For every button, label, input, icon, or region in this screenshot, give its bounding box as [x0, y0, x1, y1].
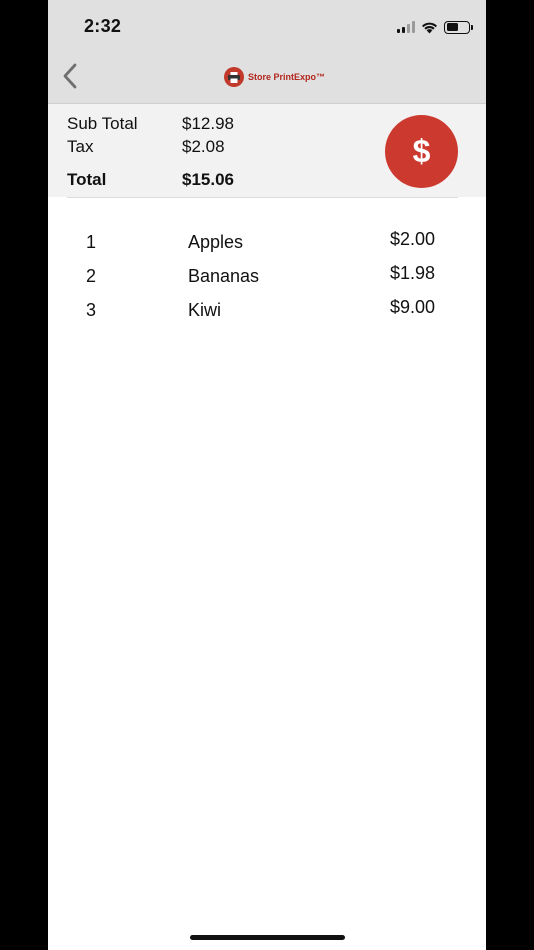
item-price: $2.00 — [390, 229, 436, 249]
app-screen: 2:32 Store PrintExpo™ Sub Total $12.98 T… — [48, 0, 486, 950]
total-value: $15.06 — [182, 170, 234, 189]
item-name: Apples — [188, 232, 244, 252]
header-bar: 2:32 Store PrintExpo™ — [48, 0, 486, 104]
back-button[interactable] — [56, 60, 84, 92]
item-name: Bananas — [188, 266, 260, 286]
battery-icon — [444, 20, 473, 34]
printer-logo-icon — [224, 67, 244, 87]
subtotal-value: $12.98 — [182, 114, 234, 133]
tax-label: Tax — [67, 137, 94, 156]
item-price: $9.00 — [390, 297, 436, 317]
item-number: 3 — [86, 300, 97, 320]
pay-button[interactable]: $ — [385, 115, 458, 188]
chevron-left-icon — [63, 63, 77, 89]
total-label: Total — [67, 170, 107, 189]
item-number: 1 — [86, 232, 97, 252]
wifi-icon — [422, 22, 437, 33]
item-name: Kiwi — [188, 300, 222, 320]
item-number: 2 — [86, 266, 97, 286]
item-price: $1.98 — [390, 263, 436, 283]
store-logo: Store PrintExpo™ — [224, 67, 325, 87]
status-time: 2:32 — [84, 16, 122, 36]
list-item[interactable]: 3 Kiwi $9.00 — [48, 288, 486, 322]
list-item[interactable]: 1 Apples $2.00 — [48, 220, 486, 254]
list-item[interactable]: 2 Bananas $1.98 — [48, 254, 486, 288]
home-indicator[interactable] — [190, 935, 345, 940]
status-icons — [397, 19, 473, 35]
logo-text: Store PrintExpo™ — [248, 72, 326, 82]
cellular-signal-icon — [397, 21, 415, 33]
dollar-icon: $ — [412, 133, 431, 169]
summary-divider — [67, 197, 458, 198]
tax-value: $2.08 — [182, 137, 225, 156]
subtotal-label: Sub Total — [67, 114, 138, 133]
